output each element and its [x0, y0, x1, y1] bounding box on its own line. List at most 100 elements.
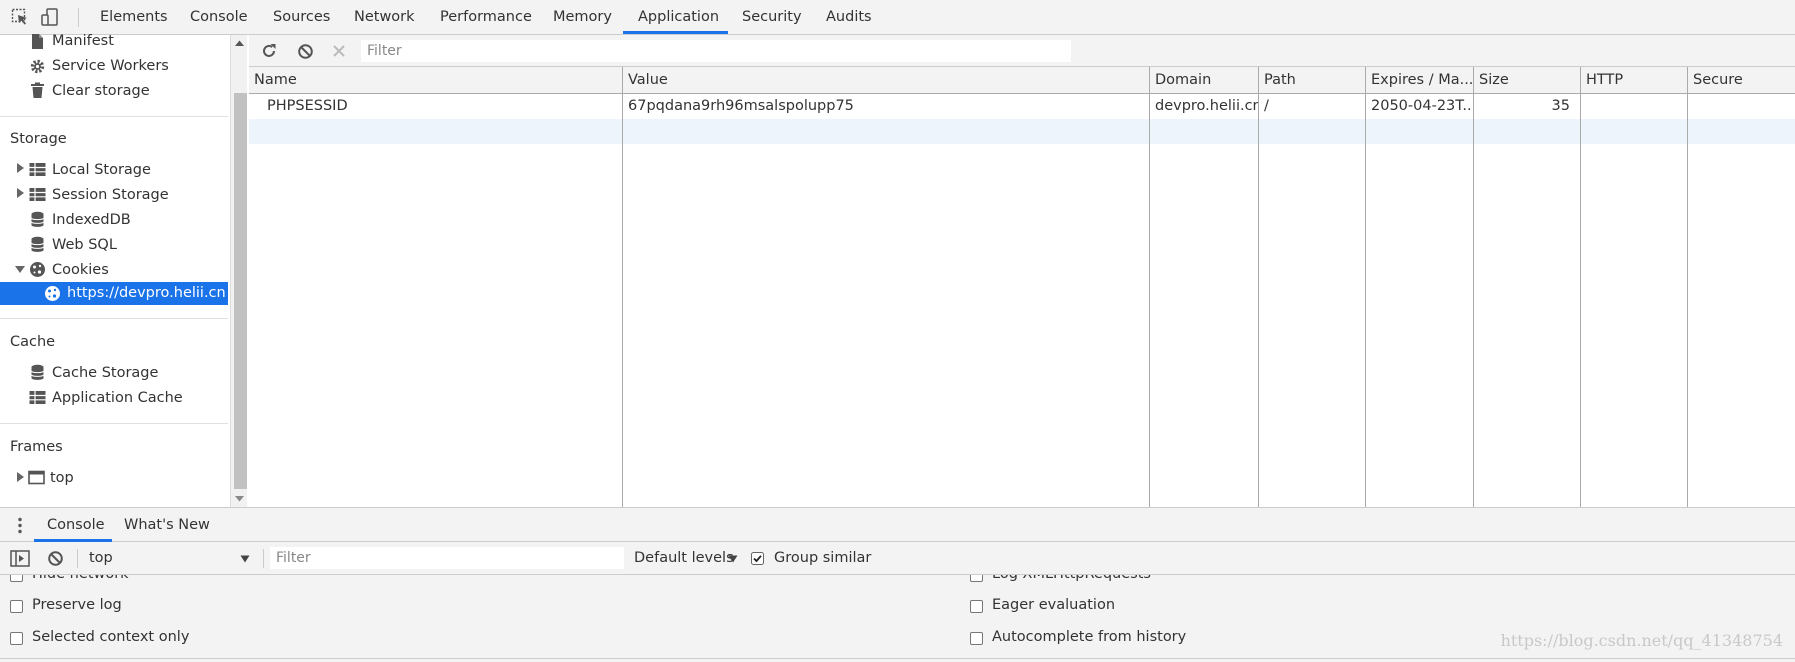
collapse-arrow-icon[interactable]: [15, 266, 25, 273]
column-header-expires[interactable]: Expires / Ma...: [1366, 67, 1474, 94]
show-sidebar-icon[interactable]: [10, 550, 30, 567]
toolbar-separator: [78, 8, 79, 27]
cookie-expires-cell: 2050-04-23T...: [1371, 98, 1473, 114]
drawer-tab-whats-new[interactable]: What's New: [124, 508, 210, 542]
sidebar-item-indexeddb[interactable]: IndexedDB: [52, 208, 131, 233]
manifest-icon: [32, 34, 43, 49]
more-tools-icon[interactable]: [17, 517, 23, 534]
cookie-secure-cell: [1688, 94, 1794, 119]
hide-network-label: Hide network: [32, 575, 129, 586]
tab-console[interactable]: Console: [190, 0, 248, 35]
tab-sources[interactable]: Sources: [273, 0, 330, 35]
column-divider: [1258, 94, 1259, 507]
sidebar-item-frame-top[interactable]: top: [50, 466, 74, 491]
sidebar-divider: [0, 423, 228, 424]
sidebar-item-web-sql[interactable]: Web SQL: [52, 233, 117, 258]
console-toolbar: top Default levels Group similar: [0, 542, 1795, 575]
group-similar-label: Group similar: [774, 550, 872, 566]
console-filter-input[interactable]: [270, 547, 624, 569]
selected-context-only-label: Selected context only: [32, 629, 190, 645]
cookies-filter-input[interactable]: [361, 40, 1071, 62]
table-icon: [29, 188, 46, 201]
dropdown-arrow-icon[interactable]: [728, 555, 738, 563]
log-xhr-checkbox[interactable]: [970, 575, 983, 582]
drawer-tab-console[interactable]: Console: [47, 508, 105, 542]
cookie-http-cell: [1581, 94, 1687, 119]
sidebar-item-cache-storage[interactable]: Cache Storage: [52, 361, 158, 386]
eager-evaluation-checkbox[interactable]: [970, 600, 983, 613]
table-icon: [29, 391, 46, 404]
devtools-tab-bar: Elements Console Sources Network Perform…: [0, 0, 1795, 35]
sidebar-item-manifest[interactable]: Manifest: [52, 29, 114, 54]
tab-application[interactable]: Application: [638, 0, 719, 35]
column-header-size[interactable]: Size: [1474, 67, 1581, 94]
column-header-path[interactable]: Path: [1259, 67, 1366, 94]
dropdown-arrow-icon[interactable]: [240, 555, 250, 563]
inspect-element-icon[interactable]: [11, 8, 29, 26]
cookie-domain-cell: devpro.helii.cn: [1155, 98, 1258, 114]
scroll-up-icon[interactable]: [234, 39, 245, 47]
device-toolbar-icon[interactable]: [41, 8, 59, 26]
sidebar-item-cookies[interactable]: Cookies: [52, 258, 109, 283]
column-header-name[interactable]: Name: [249, 67, 623, 94]
group-similar-checkbox[interactable]: [751, 552, 764, 565]
sidebar-divider: [0, 116, 228, 117]
clear-console-icon[interactable]: [47, 550, 64, 567]
storage-section-header: Storage: [10, 131, 67, 147]
column-divider: [1473, 94, 1474, 507]
tab-security[interactable]: Security: [742, 0, 802, 35]
preserve-log-checkbox[interactable]: [10, 600, 23, 613]
toolbar-separator: [77, 549, 78, 568]
log-levels-dropdown[interactable]: Default levels: [634, 542, 734, 575]
trash-icon: [31, 82, 44, 98]
sidebar-divider: [0, 318, 228, 319]
sidebar-item-local-storage[interactable]: Local Storage: [52, 158, 151, 183]
column-header-domain[interactable]: Domain: [1150, 67, 1259, 94]
bottom-divider: [0, 658, 1795, 659]
cache-section-header: Cache: [10, 334, 56, 350]
database-icon: [31, 364, 44, 380]
column-divider: [1149, 94, 1150, 507]
column-header-secure[interactable]: Secure: [1688, 67, 1795, 94]
frames-section-header: Frames: [10, 439, 63, 455]
sidebar-scrollbar[interactable]: [230, 35, 247, 507]
cookie-size-cell: 35: [1551, 98, 1570, 114]
autocomplete-history-checkbox[interactable]: [970, 632, 983, 645]
sidebar-item-clear-storage[interactable]: Clear storage: [52, 79, 150, 104]
active-tab-indicator: [623, 31, 728, 34]
column-header-http[interactable]: HTTP: [1581, 67, 1688, 94]
hide-network-checkbox[interactable]: [10, 575, 23, 582]
watermark: https://blog.csdn.net/qq_41348754: [1500, 631, 1783, 650]
sidebar-item-application-cache[interactable]: Application Cache: [52, 386, 183, 411]
scrollbar-thumb[interactable]: [234, 93, 247, 489]
column-header-value[interactable]: Value: [623, 67, 1150, 94]
table-row-empty: [249, 119, 1795, 144]
database-icon: [31, 211, 44, 227]
expand-arrow-icon[interactable]: [17, 163, 24, 173]
scroll-down-icon[interactable]: [234, 495, 245, 503]
application-sidebar: Manifest Service Workers Clear storage S…: [0, 33, 247, 507]
tab-network[interactable]: Network: [354, 0, 415, 35]
column-divider: [1580, 94, 1581, 507]
sidebar-item-service-workers[interactable]: Service Workers: [52, 54, 169, 79]
autocomplete-history-label: Autocomplete from history: [992, 629, 1187, 645]
delete-selected-icon[interactable]: [332, 44, 346, 58]
log-xhr-label: Log XMLHttpRequests: [992, 575, 1151, 586]
sidebar-item-session-storage[interactable]: Session Storage: [52, 183, 169, 208]
cookie-name-cell: PHPSESSID: [267, 98, 348, 114]
cookies-panel: Name Value Domain Path Expires / Ma... S…: [249, 35, 1795, 507]
cookie-path-cell: /: [1264, 98, 1269, 114]
expand-arrow-icon[interactable]: [17, 472, 24, 482]
clear-all-icon[interactable]: [297, 43, 314, 60]
expand-arrow-icon[interactable]: [17, 188, 24, 198]
tab-audits[interactable]: Audits: [826, 0, 872, 35]
cookie-icon: [45, 286, 60, 301]
selected-context-only-checkbox[interactable]: [10, 632, 23, 645]
gear-icon: [30, 59, 45, 74]
tab-performance[interactable]: Performance: [440, 0, 532, 35]
column-divider: [1687, 94, 1688, 507]
tab-memory[interactable]: Memory: [553, 0, 612, 35]
context-selector[interactable]: top: [89, 542, 113, 575]
toolbar-separator: [263, 549, 264, 568]
refresh-icon[interactable]: [260, 42, 278, 60]
